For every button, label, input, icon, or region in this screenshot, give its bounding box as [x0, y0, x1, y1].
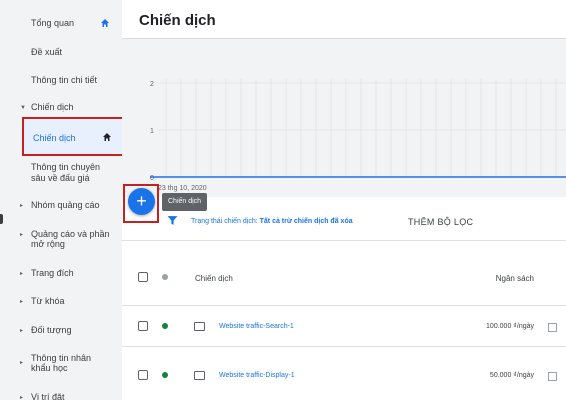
caret-right-icon: ▸ [20, 328, 24, 334]
home-icon [103, 133, 111, 141]
page-title: Chiến dịch [139, 12, 216, 29]
y-tick-label: 2 [150, 81, 154, 88]
sidebar-item-label: mở rộng [31, 239, 65, 249]
sidebar-item-label: sâu về đấu giá [31, 173, 90, 183]
filter-value: Tất cả trừ chiến dịch đã xóa [259, 218, 353, 225]
caret-right-icon: ▸ [20, 299, 24, 305]
status-enabled-icon [162, 372, 168, 378]
sidebar-item-label: Quảng cáo và phần [31, 229, 110, 239]
sidebar-item-label: Đối tượng [31, 325, 72, 335]
caret-right-icon: ▸ [20, 395, 24, 400]
sidebar-collapse-handle[interactable] [0, 214, 3, 224]
caret-down-icon: ▼ [20, 105, 26, 111]
filter-bar: Trạng thái chiến dịch: Tất cả trừ chiến … [122, 211, 566, 235]
filter-prefix: Trạng thái chiến dịch: [191, 218, 258, 225]
fab-tooltip: Chiến dịch [162, 193, 208, 211]
sidebar-item-label: khẩu học [31, 363, 68, 373]
y-tick-label: 0 [150, 175, 154, 182]
caret-right-icon: ▸ [20, 232, 24, 238]
sidebar-item-label: Vị trí đặt [31, 392, 65, 400]
column-header-campaign[interactable]: Chiến dịch [195, 274, 233, 283]
performance-chart: 0 1 2 23 thg 10, 2020 [122, 39, 566, 197]
status-enabled-icon [162, 323, 168, 329]
sidebar-item-label: Thông tin nhân [31, 353, 92, 363]
divider [122, 305, 566, 306]
sidebar-item-label: Chiến dịch [31, 102, 74, 112]
chart-svg: 0 1 2 23 thg 10, 2020 [150, 79, 566, 192]
x-tick-label: 23 thg 10, 2020 [158, 185, 207, 192]
sidebar-item-campaigns[interactable]: Chiến dịch [22, 117, 125, 156]
sidebar-item-label: Đề xuất [31, 47, 63, 57]
home-icon [101, 19, 109, 27]
search-campaign-icon [194, 322, 205, 331]
sidebar-item-label: Từ khóa [31, 296, 65, 306]
row-checkbox[interactable] [138, 321, 148, 331]
divider [122, 346, 566, 347]
add-filter-button[interactable]: THÊM BỘ LỌC [408, 217, 473, 227]
edit-icon[interactable] [548, 372, 557, 381]
sidebar-item-label: Trang đích [31, 268, 74, 278]
campaign-budget: 50.000 ₫/ngày [489, 372, 534, 379]
caret-right-icon: ▸ [20, 203, 24, 209]
sidebar-item-label: Tổng quan [31, 18, 75, 28]
campaign-name-link[interactable]: Website traffic-Search-1 [219, 323, 294, 330]
sidebar-item-label: Thông tin chi tiết [31, 75, 98, 85]
campaign-name-link[interactable]: Website traffic-Display-1 [219, 372, 295, 379]
y-tick-label: 1 [150, 128, 154, 135]
filter-chip[interactable]: Trạng thái chiến dịch: Tất cả trừ chiến … [191, 218, 353, 225]
status-header-icon [162, 274, 168, 280]
sidebar-item-label: Chiến dịch [33, 133, 76, 143]
sidebar-item-label: Thông tin chuyên [31, 162, 101, 172]
display-campaign-icon [194, 371, 205, 380]
filter-icon[interactable] [167, 215, 178, 226]
divider [122, 240, 566, 241]
select-all-checkbox[interactable] [138, 272, 148, 282]
row-checkbox[interactable] [138, 370, 148, 380]
sidebar-item-label: Nhóm quảng cáo [31, 200, 100, 210]
main-content: Chiến dịch 012 23 thg 10, 2020 + Chiến d… [122, 0, 566, 400]
caret-right-icon: ▸ [20, 271, 24, 277]
caret-right-icon: ▸ [20, 360, 24, 366]
edit-icon[interactable] [548, 323, 557, 332]
sidebar-nav: Tổng quan Đề xuất Thông tin chi tiết ▼ C… [0, 0, 125, 400]
column-header-budget[interactable]: Ngân sách [496, 274, 534, 283]
campaign-budget: 100.000 ₫/ngày [486, 323, 534, 330]
